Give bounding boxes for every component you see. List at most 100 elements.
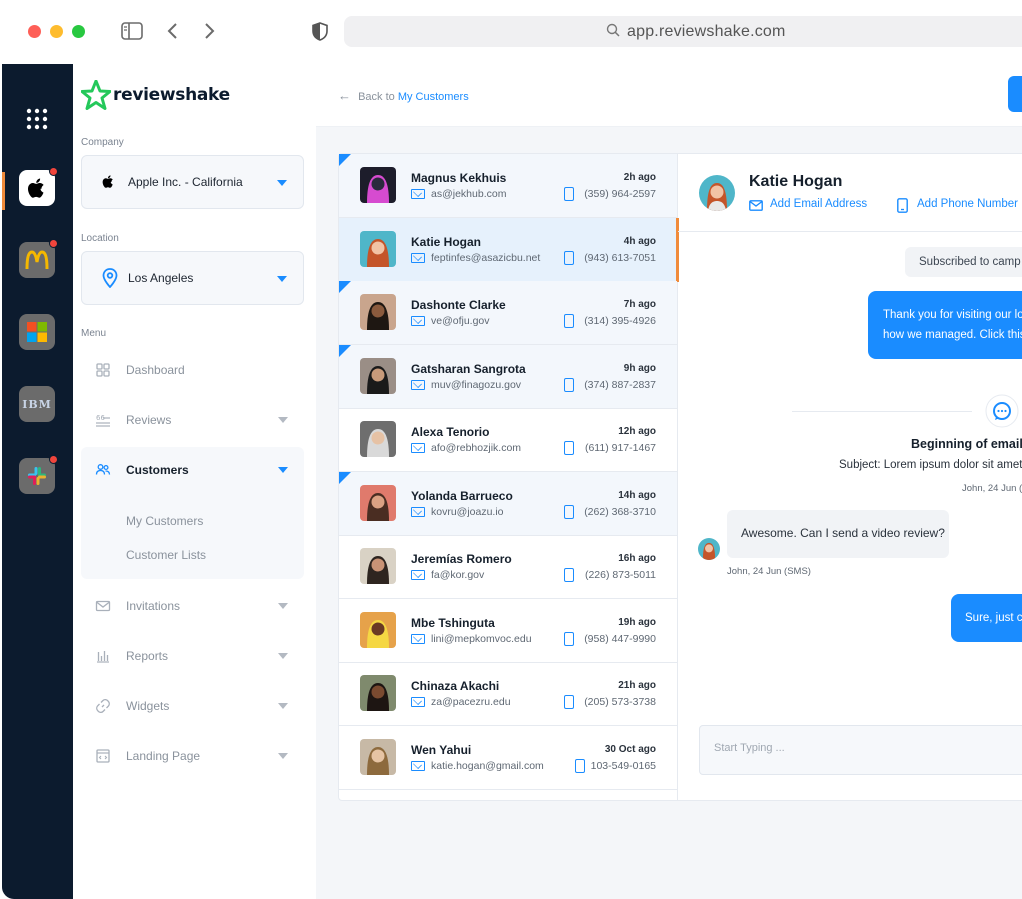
unread-flag-icon	[339, 471, 351, 484]
avatar	[360, 294, 396, 330]
customer-row[interactable]: Dashonte Clarke ve@ofju.gov 7h ago (314) 39…	[339, 281, 677, 345]
maximize-window-button[interactable]	[72, 25, 85, 38]
sidebar-toggle-icon[interactable]	[121, 22, 143, 40]
customer-name: Magnus Kekhuis	[411, 171, 507, 185]
customer-row[interactable]: Yolanda Barrueco kovru@joazu.io 14h ago (26…	[339, 471, 677, 536]
menu-item-reviews[interactable]: 66 Reviews	[81, 403, 304, 437]
customer-phone: (958) 447-9990	[584, 632, 656, 645]
avatar	[360, 484, 396, 521]
address-bar[interactable]: app.reviewshake.com	[344, 16, 1022, 47]
customer-row[interactable]: Gatsharan Sangrota muv@finagozu.gov 9h ago…	[339, 344, 677, 409]
chevron-down-icon	[278, 603, 288, 609]
unread-flag-icon	[339, 281, 351, 293]
customer-phone: (226) 873-5011	[584, 569, 656, 581]
divider	[792, 411, 972, 412]
reviewshake-logo[interactable]: reviewshake	[81, 80, 230, 110]
customer-row[interactable]: Jeremías Romero fa@kor.gov 16h ago (226) 87…	[339, 535, 677, 599]
mail-icon	[411, 506, 425, 517]
apple-icon	[102, 175, 113, 188]
menu-item-reports[interactable]: Reports	[81, 639, 304, 673]
shield-icon[interactable]	[312, 22, 328, 41]
customer-row[interactable]: Katie Hogan feptinfes@asazicbu.net 4h ago (…	[339, 217, 679, 282]
customer-name: Yolanda Barrueco	[411, 488, 513, 503]
chevron-down-icon	[278, 467, 288, 473]
active-app-indicator	[2, 172, 5, 210]
message-input-box[interactable]	[699, 725, 1022, 775]
phone-icon	[564, 314, 574, 328]
forward-nav-icon[interactable]	[204, 22, 216, 40]
slack-app-icon[interactable]	[19, 458, 55, 494]
submenu-my-customers[interactable]: My Customers	[126, 514, 203, 528]
timestamp: 14h ago	[618, 489, 656, 501]
chevron-down-icon	[278, 653, 288, 659]
menu-label: Menu	[81, 328, 107, 339]
timestamp: 19h ago	[618, 616, 656, 628]
customer-email: ve@ofju.gov	[431, 315, 490, 327]
phone-icon	[564, 250, 574, 265]
timestamp: 16h ago	[618, 553, 656, 564]
customer-email: kovru@joazu.io	[431, 505, 504, 518]
close-window-button[interactable]	[28, 25, 41, 38]
customer-name: Gatsharan Sangrota	[411, 361, 526, 376]
link-icon	[96, 698, 110, 714]
menu-item-invitations[interactable]: Invitations	[81, 589, 304, 623]
company-label: Company	[81, 137, 124, 148]
top-bar: ← Back to My Customers	[316, 64, 1022, 127]
chevron-down-icon	[277, 276, 287, 282]
primary-action-button[interactable]	[1008, 76, 1022, 112]
apple-app-icon[interactable]	[19, 170, 55, 206]
avatar	[360, 675, 396, 711]
customer-name: Alexa Tenorio	[411, 425, 490, 439]
customer-row[interactable]: Alexa Tenorio afo@rebhozjik.com 12h ago (61…	[339, 408, 677, 472]
apps-grid-icon[interactable]	[26, 108, 48, 130]
customer-row[interactable]: Mbe Tshinguta lini@mepkomvoc.edu 19h ago (9…	[339, 599, 677, 663]
minimize-window-button[interactable]	[50, 25, 63, 38]
back-nav-icon[interactable]	[166, 22, 178, 40]
menu-item-customers[interactable]: Customers	[81, 453, 304, 487]
customer-email: za@pacezru.edu	[431, 696, 511, 708]
customer-phone: 103-549-0165	[590, 759, 656, 772]
message-meta: John, 24 Jun (SMS)	[727, 566, 811, 577]
contact-name: Katie Hogan	[749, 173, 843, 190]
ibm-app-icon[interactable]: IBM	[19, 386, 55, 422]
submenu-customer-lists[interactable]: Customer Lists	[126, 548, 206, 562]
avatar	[360, 230, 396, 267]
phone-icon	[564, 504, 574, 519]
customer-name: Jeremías Romero	[411, 552, 512, 566]
customer-row[interactable]: Chinaza Akachi za@pacezru.edu 21h ago (205)…	[339, 662, 677, 726]
customer-row[interactable]: Magnus Kekhuis as@jekhub.com 2h ago (359) 9…	[339, 154, 677, 218]
microsoft-app-icon[interactable]	[19, 314, 55, 350]
location-pin-icon	[102, 268, 118, 288]
browser-chrome: app.reviewshake.com	[2, 0, 1022, 64]
customer-email: muv@finagozu.gov	[431, 378, 522, 391]
company-select[interactable]: Apple Inc. - California	[81, 155, 304, 209]
url-text: app.reviewshake.com	[627, 23, 786, 40]
menu-item-dashboard[interactable]: Dashboard	[81, 353, 304, 387]
mail-icon	[411, 379, 425, 390]
menu-item-widgets[interactable]: Widgets	[81, 689, 304, 723]
mail-icon	[411, 316, 425, 326]
mcdonalds-app-icon[interactable]	[19, 242, 55, 278]
main-content: Magnus Kekhuis as@jekhub.com 2h ago (359) 9…	[316, 127, 1022, 899]
mail-icon	[95, 600, 111, 612]
conversation-header: Katie Hogan Add Email Address Add Phone …	[678, 154, 1022, 232]
message-input[interactable]	[714, 742, 1014, 754]
customer-email: afo@rebhozjik.com	[431, 442, 522, 454]
mail-icon	[411, 760, 425, 771]
phone-icon	[564, 695, 574, 709]
subscribed-notice: Subscribed to camp	[905, 247, 1022, 277]
customer-phone: (943) 613-7051	[584, 251, 656, 264]
location-select[interactable]: Los Angeles	[81, 251, 304, 305]
customer-row[interactable]: Wen Yahui katie.hogan@gmail.com 30 Oct ago…	[339, 726, 677, 790]
mail-icon	[411, 697, 425, 707]
avatar	[360, 611, 396, 648]
customer-phone: (611) 917-1467	[584, 442, 656, 454]
mail-icon	[411, 443, 425, 453]
avatar	[699, 175, 735, 211]
back-link[interactable]: ← Back to My Customers	[338, 88, 469, 103]
customer-name: Dashonte Clarke	[411, 298, 506, 312]
location-label: Location	[81, 233, 119, 244]
menu-item-landing-page[interactable]: Landing Page	[81, 739, 304, 773]
customer-name: Mbe Tshinguta	[411, 615, 495, 630]
phone-icon	[897, 198, 908, 213]
